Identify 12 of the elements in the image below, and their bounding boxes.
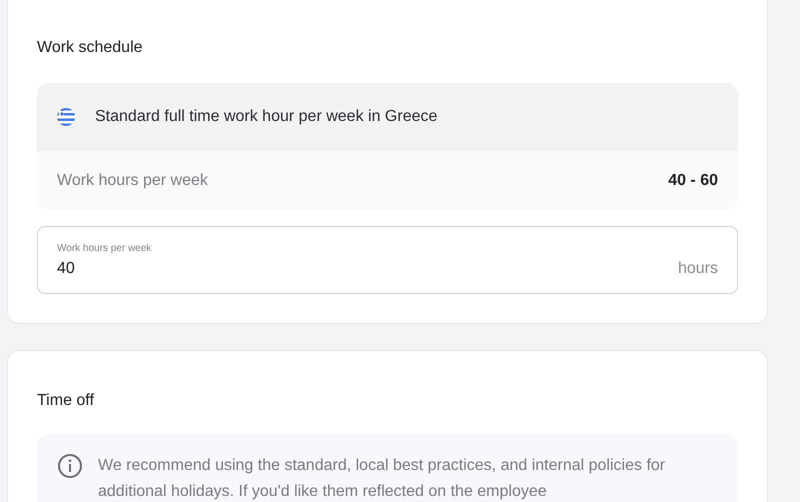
notice-text: We recommend using the standard, local best practices, and internal policies for additional holidays. If you'd like them reflected on the employee xyxy=(98,456,666,502)
hours-label: Work hours per week xyxy=(57,170,208,190)
info-icon xyxy=(57,453,83,479)
hours-range: 40 - 60 xyxy=(668,170,718,190)
section-title: Time off xyxy=(37,391,95,411)
field-value: 40 xyxy=(57,259,76,279)
unit-label: hours xyxy=(678,259,718,279)
field-label: Work hours per week xyxy=(57,243,152,255)
hours-input-field[interactable]: Work hours per week 40 hours xyxy=(37,226,738,294)
flag-icon xyxy=(56,108,76,126)
section-title: Work schedule xyxy=(37,38,144,58)
standard-hours-title: Standard full time work hour per week in Greece xyxy=(95,107,438,127)
